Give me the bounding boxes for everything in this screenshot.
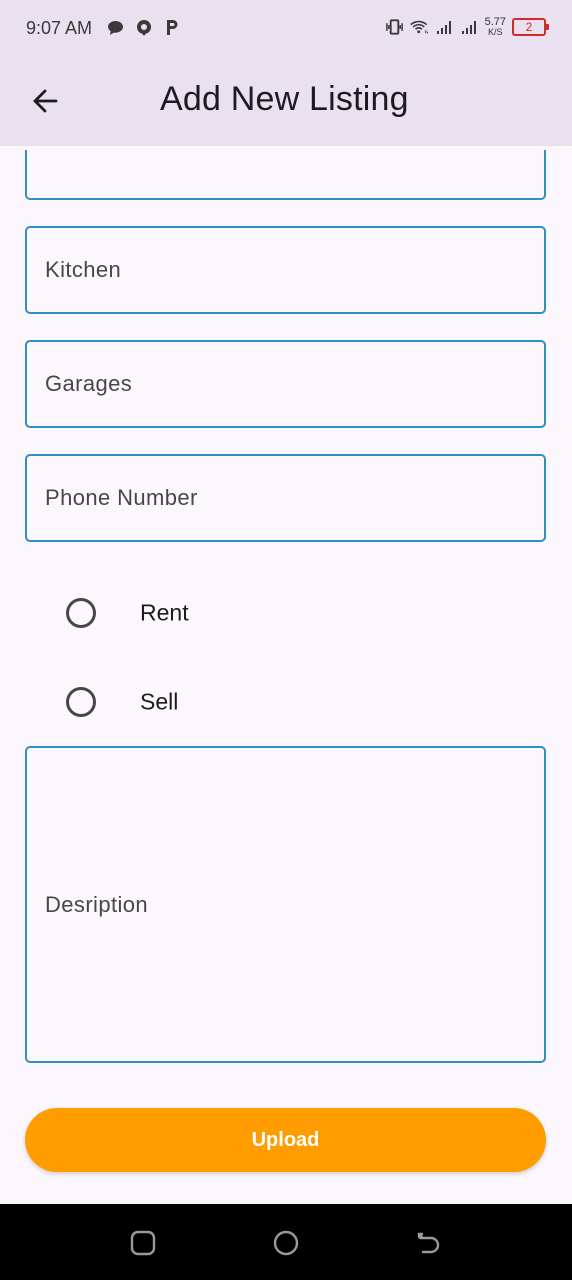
recent-apps-button[interactable] bbox=[129, 1229, 157, 1257]
system-back-button[interactable] bbox=[414, 1229, 442, 1257]
status-notification-icons bbox=[106, 18, 181, 37]
vibrate-icon bbox=[385, 18, 404, 37]
description-field-placeholder: Desription bbox=[45, 891, 149, 917]
phone-number-field[interactable]: Phone Number bbox=[25, 454, 546, 542]
radio-rent-label: Rent bbox=[140, 599, 189, 626]
radio-sell-circle[interactable] bbox=[66, 687, 96, 717]
system-nav-bar bbox=[0, 1204, 572, 1280]
back-button[interactable] bbox=[22, 78, 68, 124]
network-speed-unit: K/S bbox=[488, 27, 503, 37]
network-speed: 5.77 K/S bbox=[485, 17, 506, 37]
app-bar: Add New Listing bbox=[0, 58, 572, 146]
arrow-back-icon bbox=[33, 89, 58, 113]
wifi-icon bbox=[409, 18, 429, 37]
kitchen-field-placeholder: Kitchen bbox=[45, 257, 122, 282]
location-pin-icon bbox=[134, 18, 153, 37]
back-icon bbox=[417, 1232, 440, 1254]
kitchen-field[interactable]: Kitchen bbox=[25, 226, 546, 314]
radio-rent-circle[interactable] bbox=[66, 598, 96, 628]
radio-rent[interactable]: Rent bbox=[66, 598, 189, 628]
radio-sell[interactable]: Sell bbox=[66, 687, 178, 717]
garages-field[interactable]: Garages bbox=[25, 340, 546, 428]
garages-field-placeholder: Garages bbox=[45, 371, 133, 396]
signal-1-icon bbox=[435, 18, 454, 37]
page-title: Add New Listing bbox=[160, 80, 409, 118]
text-field-partial[interactable] bbox=[25, 150, 546, 200]
signal-2-icon bbox=[460, 18, 479, 37]
home-icon bbox=[273, 1230, 299, 1256]
upload-button-label: Upload bbox=[251, 1128, 320, 1151]
p-icon bbox=[162, 18, 181, 37]
radio-sell-label: Sell bbox=[140, 688, 179, 715]
upload-button[interactable]: Upload bbox=[25, 1108, 546, 1172]
recent-apps-icon bbox=[130, 1230, 156, 1256]
status-time: 9:07 AM bbox=[26, 18, 93, 38]
status-system-icons: 5.77 K/S 2 bbox=[385, 17, 549, 37]
description-field[interactable]: Desription bbox=[25, 746, 546, 1063]
battery-indicator: 2 bbox=[512, 18, 549, 36]
home-button[interactable] bbox=[272, 1229, 300, 1257]
chat-bubble-icon bbox=[106, 18, 125, 37]
phone-number-field-placeholder: Phone Number bbox=[45, 485, 198, 510]
status-bar: 9:07 AM 5.77 K/S 2 bbox=[0, 0, 572, 58]
